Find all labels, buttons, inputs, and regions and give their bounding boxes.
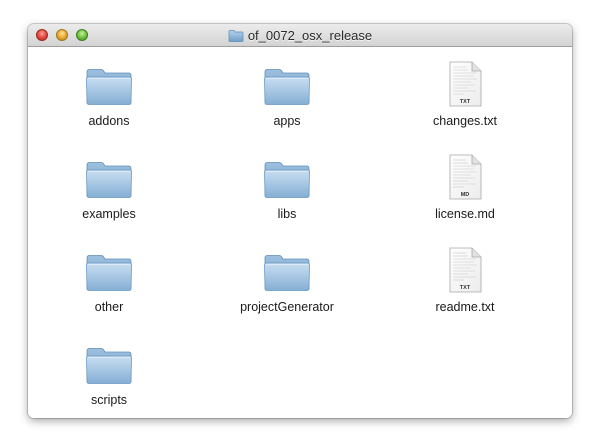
folder-icon	[86, 162, 132, 198]
text-file-icon: TXT	[449, 61, 482, 107]
file-type-badge: TXT	[460, 285, 471, 291]
file-item-label: changes.txt	[433, 114, 497, 128]
file-item[interactable]: addons	[39, 56, 179, 138]
file-item[interactable]: TXT changes.txt	[395, 56, 535, 138]
file-type-badge: MD	[461, 192, 470, 198]
window-title: of_0072_osx_release	[247, 27, 373, 43]
folder-icon	[86, 348, 132, 384]
finder-window: of_0072_osx_release addons apps TXT chan…	[28, 24, 572, 418]
markdown-file-icon: MD	[449, 154, 482, 200]
folder-icon	[86, 255, 132, 291]
file-item-label: other	[94, 300, 124, 314]
folder-icon	[264, 162, 310, 198]
folder-icon	[264, 69, 310, 105]
file-item[interactable]: examples	[39, 149, 179, 231]
file-item[interactable]: libs	[217, 149, 357, 231]
file-item-label: libs	[277, 207, 297, 221]
file-item[interactable]: TXT readme.txt	[395, 242, 535, 324]
folder-icon	[228, 29, 244, 42]
file-grid: addons apps TXT changes.txt examples lib…	[28, 47, 572, 418]
file-item[interactable]: other	[39, 242, 179, 324]
file-item-label: addons	[88, 114, 130, 128]
file-item-label: projectGenerator	[240, 300, 334, 314]
folder-icon	[86, 69, 132, 105]
file-item-label: apps	[273, 114, 301, 128]
folder-icon	[264, 255, 310, 291]
file-item[interactable]: apps	[217, 56, 357, 138]
file-item[interactable]: projectGenerator	[217, 242, 357, 324]
text-file-icon: TXT	[449, 247, 482, 293]
file-item[interactable]: MD license.md	[395, 149, 535, 231]
file-item-label: examples	[82, 207, 136, 221]
file-item[interactable]: scripts	[39, 335, 179, 417]
window-title-group: of_0072_osx_release	[28, 24, 572, 46]
file-type-badge: TXT	[460, 99, 471, 105]
file-item-label: readme.txt	[435, 300, 495, 314]
title-bar[interactable]: of_0072_osx_release	[28, 24, 572, 47]
file-item-label: scripts	[90, 393, 128, 407]
file-item-label: license.md	[435, 207, 495, 221]
